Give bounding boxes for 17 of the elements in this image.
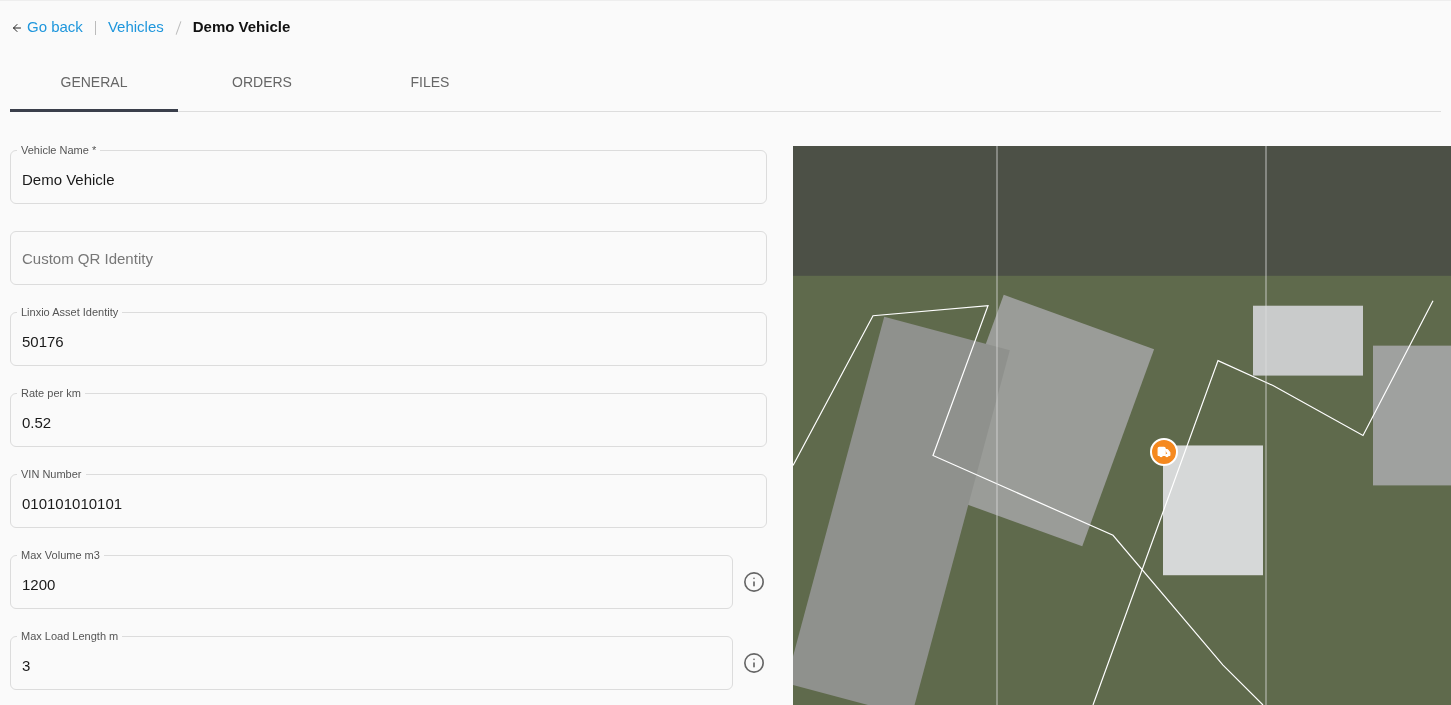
field-label: VIN Number [17,467,86,481]
truck-icon [1157,445,1171,459]
tab[interactable]: GENERAL [10,54,178,112]
field-label: Vehicle Name * [17,143,101,157]
info-icon[interactable] [743,571,765,593]
tab[interactable]: ORDERS [178,54,346,112]
tab[interactable]: FILES [346,54,514,112]
field-label: Max Volume m3 [17,548,104,562]
truck-marker[interactable] [1150,438,1178,466]
info-icon[interactable] [743,652,765,674]
back-arrow-icon [11,21,23,34]
field-label: Linxio Asset Identity [17,305,123,319]
field-label: Rate per km [17,386,85,400]
breadcrumb-current: Demo Vehicle [192,17,291,38]
field-label: Max Load Length m [17,629,123,643]
satellite-map[interactable] [793,146,1451,705]
input-field[interactable]: Custom QR Identity [10,231,767,285]
